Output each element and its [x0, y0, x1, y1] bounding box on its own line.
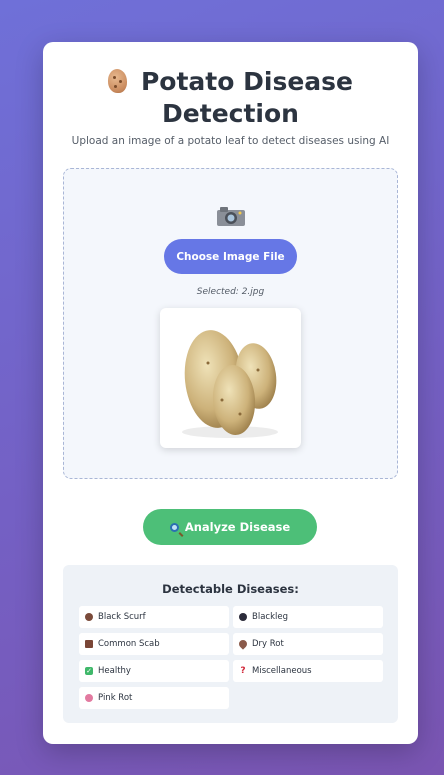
disease-chip: Common Scab [79, 633, 229, 655]
disease-label: Common Scab [98, 639, 160, 649]
brown-square-icon [85, 640, 93, 648]
analyze-label: Analyze Disease [184, 520, 291, 534]
magnifier-icon [169, 523, 179, 532]
page-title: Potato Disease Detection [43, 66, 418, 130]
disease-label: Pink Rot [98, 693, 133, 703]
upload-dropzone[interactable]: Choose Image File Selected: 2.jpg [63, 168, 398, 479]
disease-label: Black Scurf [98, 612, 146, 622]
disease-label: Miscellaneous [252, 666, 312, 676]
brown-heart-icon [237, 638, 249, 650]
disease-label: Blackleg [252, 612, 288, 622]
choose-file-button[interactable]: Choose Image File [164, 239, 297, 274]
potato-icon [107, 69, 127, 93]
selected-file-text: Selected: 2.jpg [196, 287, 265, 297]
disease-chip: ? Miscellaneous [233, 660, 383, 682]
image-preview [160, 308, 301, 448]
disease-chip: Black Scurf [79, 606, 229, 628]
title-line-1: Potato Disease [140, 67, 353, 96]
potato-photo [182, 330, 278, 438]
question-icon: ? [240, 666, 246, 676]
disease-chip: Blackleg [233, 606, 383, 628]
analyze-disease-button[interactable]: Analyze Disease [143, 509, 317, 545]
pink-flower-icon [85, 694, 93, 702]
detectable-diseases-panel: Detectable Diseases: Black Scurf Blackle… [63, 565, 398, 723]
disease-chip: Dry Rot [233, 633, 383, 655]
title-line-2: Detection [162, 99, 299, 128]
disease-label: Healthy [98, 666, 131, 676]
disease-chip: Pink Rot [79, 687, 229, 709]
diseases-title: Detectable Diseases: [162, 582, 299, 596]
camera-icon [217, 207, 245, 226]
black-dot-icon [239, 613, 247, 621]
disease-chip: ✓ Healthy [79, 660, 229, 682]
brown-dot-icon [85, 613, 93, 621]
main-card: Potato Disease Detection Upload an image… [43, 42, 418, 744]
disease-label: Dry Rot [252, 639, 284, 649]
subtitle: Upload an image of a potato leaf to dete… [71, 135, 390, 147]
check-icon: ✓ [85, 667, 93, 675]
